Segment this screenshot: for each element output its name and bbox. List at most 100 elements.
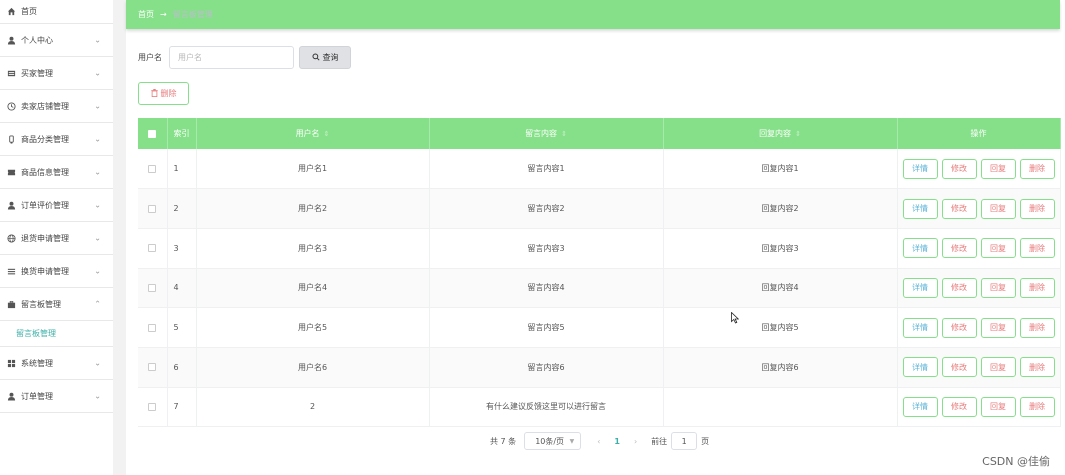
row-select-cell[interactable] — [138, 188, 168, 229]
row-select-cell[interactable] — [138, 387, 168, 428]
detail-button[interactable]: 详情 — [902, 198, 938, 219]
sidebar-item-home[interactable]: 首页 — [0, 0, 113, 24]
delete-button[interactable]: 删除 — [1019, 357, 1055, 378]
sidebar-item-products[interactable]: 商品信息管理 ⌄ — [0, 156, 113, 189]
edit-button[interactable]: 修改 — [941, 317, 977, 338]
index-cell: 2 — [167, 188, 197, 229]
sidebar-item-system[interactable]: 系统管理 ⌄ — [0, 347, 113, 380]
row-checkbox[interactable] — [148, 244, 157, 253]
prev-page-button[interactable]: ‹ — [597, 437, 600, 446]
briefcase-icon — [6, 299, 16, 309]
select-all-checkbox[interactable] — [148, 129, 157, 138]
row-select-cell[interactable] — [138, 268, 168, 309]
sidebar-item-returns[interactable]: 退货申请管理 ⌄ — [0, 222, 113, 255]
sort-icon[interactable]: ⇕ — [561, 130, 567, 138]
edit-button[interactable]: 修改 — [941, 277, 977, 298]
reply-button[interactable]: 回复 — [980, 198, 1016, 219]
actions-cell: 详情 修改 回复 删除 — [897, 228, 1061, 269]
detail-button[interactable]: 详情 — [902, 396, 938, 417]
delete-button[interactable]: 删除 — [1019, 238, 1055, 259]
delete-button[interactable]: 删除 — [1019, 396, 1055, 417]
chevron-down-icon: ⌄ — [94, 35, 101, 45]
sidebar-item-label: 换货申请管理 — [21, 266, 69, 276]
actions-cell: 详情 修改 回复 删除 — [897, 307, 1061, 348]
index-cell: 6 — [167, 347, 197, 388]
ticket-icon — [6, 167, 16, 177]
detail-button[interactable]: 详情 — [902, 238, 938, 259]
username-cell: 用户名3 — [196, 228, 430, 269]
grid-icon — [6, 358, 16, 368]
edit-button[interactable]: 修改 — [941, 357, 977, 378]
row-checkbox[interactable] — [148, 323, 157, 332]
sidebar-item-buyers[interactable]: 买家管理 ⌄ — [0, 57, 113, 90]
table-row: 6 用户名6 留言内容6 回复内容6 详情 修改 回复 删除 — [138, 347, 1061, 388]
delete-button[interactable]: 删除 — [1019, 198, 1055, 219]
reply-button[interactable]: 回复 — [980, 277, 1016, 298]
sidebar-item-profile[interactable]: 个人中心 ⌄ — [0, 24, 113, 57]
table-row: 2 用户名2 留言内容2 回复内容2 详情 修改 回复 删除 — [138, 188, 1061, 229]
next-page-button[interactable]: › — [634, 437, 637, 446]
sidebar-item-categories[interactable]: 商品分类管理 ⌄ — [0, 123, 113, 156]
table-body: 1 用户名1 留言内容1 回复内容1 详情 修改 回复 删除 2 用户名2 留言… — [138, 149, 1061, 428]
row-select-cell[interactable] — [138, 347, 168, 388]
detail-button[interactable]: 详情 — [902, 317, 938, 338]
detail-button[interactable]: 详情 — [902, 277, 938, 298]
content-header[interactable]: 留言内容 ⇕ — [429, 118, 664, 149]
sidebar-item-seller-shops[interactable]: 卖家店铺管理 ⌄ — [0, 90, 113, 123]
page-number-current[interactable]: 1 — [614, 437, 620, 446]
row-checkbox[interactable] — [148, 283, 157, 292]
actions-cell: 详情 修改 回复 删除 — [897, 387, 1061, 428]
page-size-select[interactable]: 10条/页 ▼ — [524, 432, 582, 450]
sort-icon[interactable]: ⇕ — [324, 130, 330, 138]
row-select-cell[interactable] — [138, 149, 168, 190]
sort-icon[interactable]: ⇕ — [795, 130, 801, 138]
detail-button[interactable]: 详情 — [902, 158, 938, 179]
edit-button[interactable]: 修改 — [941, 158, 977, 179]
index-cell: 4 — [167, 268, 197, 309]
row-checkbox[interactable] — [148, 402, 157, 411]
sidebar-item-exchanges[interactable]: 换货申请管理 ⌄ — [0, 255, 113, 288]
row-checkbox[interactable] — [148, 204, 157, 213]
reply-button[interactable]: 回复 — [980, 396, 1016, 417]
message-table: 索引 用户名 ⇕ 留言内容 ⇕ 回复内容 ⇕ 操作 1 用户名1 留言内容1 回复内容… — [138, 118, 1061, 428]
reply-cell: 回复内容6 — [663, 347, 898, 388]
sidebar-item-order-reviews[interactable]: 订单评价管理 ⌄ — [0, 189, 113, 222]
search-label: 用户名 — [138, 53, 162, 62]
content-cell: 留言内容3 — [429, 228, 664, 269]
page-unit-label: 页 — [701, 436, 710, 446]
row-checkbox[interactable] — [148, 164, 157, 173]
reply-button[interactable]: 回复 — [980, 357, 1016, 378]
reply-button[interactable]: 回复 — [980, 158, 1016, 179]
edit-button[interactable]: 修改 — [941, 238, 977, 259]
sidebar-item-orders[interactable]: 订单管理 ⌄ — [0, 380, 113, 413]
sidebar-item-label: 留言板管理 — [21, 299, 61, 309]
username-search-input[interactable] — [169, 46, 294, 69]
user-icon — [6, 391, 16, 401]
detail-button[interactable]: 详情 — [902, 357, 938, 378]
delete-button[interactable]: 删除 — [1019, 317, 1055, 338]
actions-cell: 详情 修改 回复 删除 — [897, 347, 1061, 388]
reply-header[interactable]: 回复内容 ⇕ — [663, 118, 898, 149]
goto-page-input[interactable] — [671, 432, 698, 450]
edit-button[interactable]: 修改 — [941, 198, 977, 219]
sidebar-item-message-board[interactable]: 留言板管理 ⌃ — [0, 288, 113, 321]
user-icon — [6, 35, 16, 45]
sidebar-subitem-message-board[interactable]: 留言板管理 — [0, 321, 113, 347]
breadcrumb-home[interactable]: 首页 — [138, 9, 154, 20]
reply-button[interactable]: 回复 — [980, 317, 1016, 338]
edit-button[interactable]: 修改 — [941, 396, 977, 417]
reply-button[interactable]: 回复 — [980, 238, 1016, 259]
row-select-cell[interactable] — [138, 307, 168, 348]
select-all-header[interactable] — [138, 118, 168, 149]
table-header-row: 索引 用户名 ⇕ 留言内容 ⇕ 回复内容 ⇕ 操作 — [138, 118, 1061, 149]
delete-button[interactable]: 删除 — [1019, 277, 1055, 298]
row-checkbox[interactable] — [148, 363, 157, 372]
delete-button[interactable]: 删除 — [1019, 158, 1055, 179]
username-header[interactable]: 用户名 ⇕ — [196, 118, 430, 149]
search-button[interactable]: 查询 — [299, 46, 351, 69]
actions-cell: 详情 修改 回复 删除 — [897, 188, 1061, 229]
actions-cell: 详情 修改 回复 删除 — [897, 149, 1061, 190]
main-content: 首页 → 留言板管理 用户名 查询 删除 索引 用户名⇕ 留言内容⇕ — [126, 0, 1065, 475]
row-select-cell[interactable] — [138, 228, 168, 269]
bulk-delete-button[interactable]: 删除 — [138, 82, 189, 105]
